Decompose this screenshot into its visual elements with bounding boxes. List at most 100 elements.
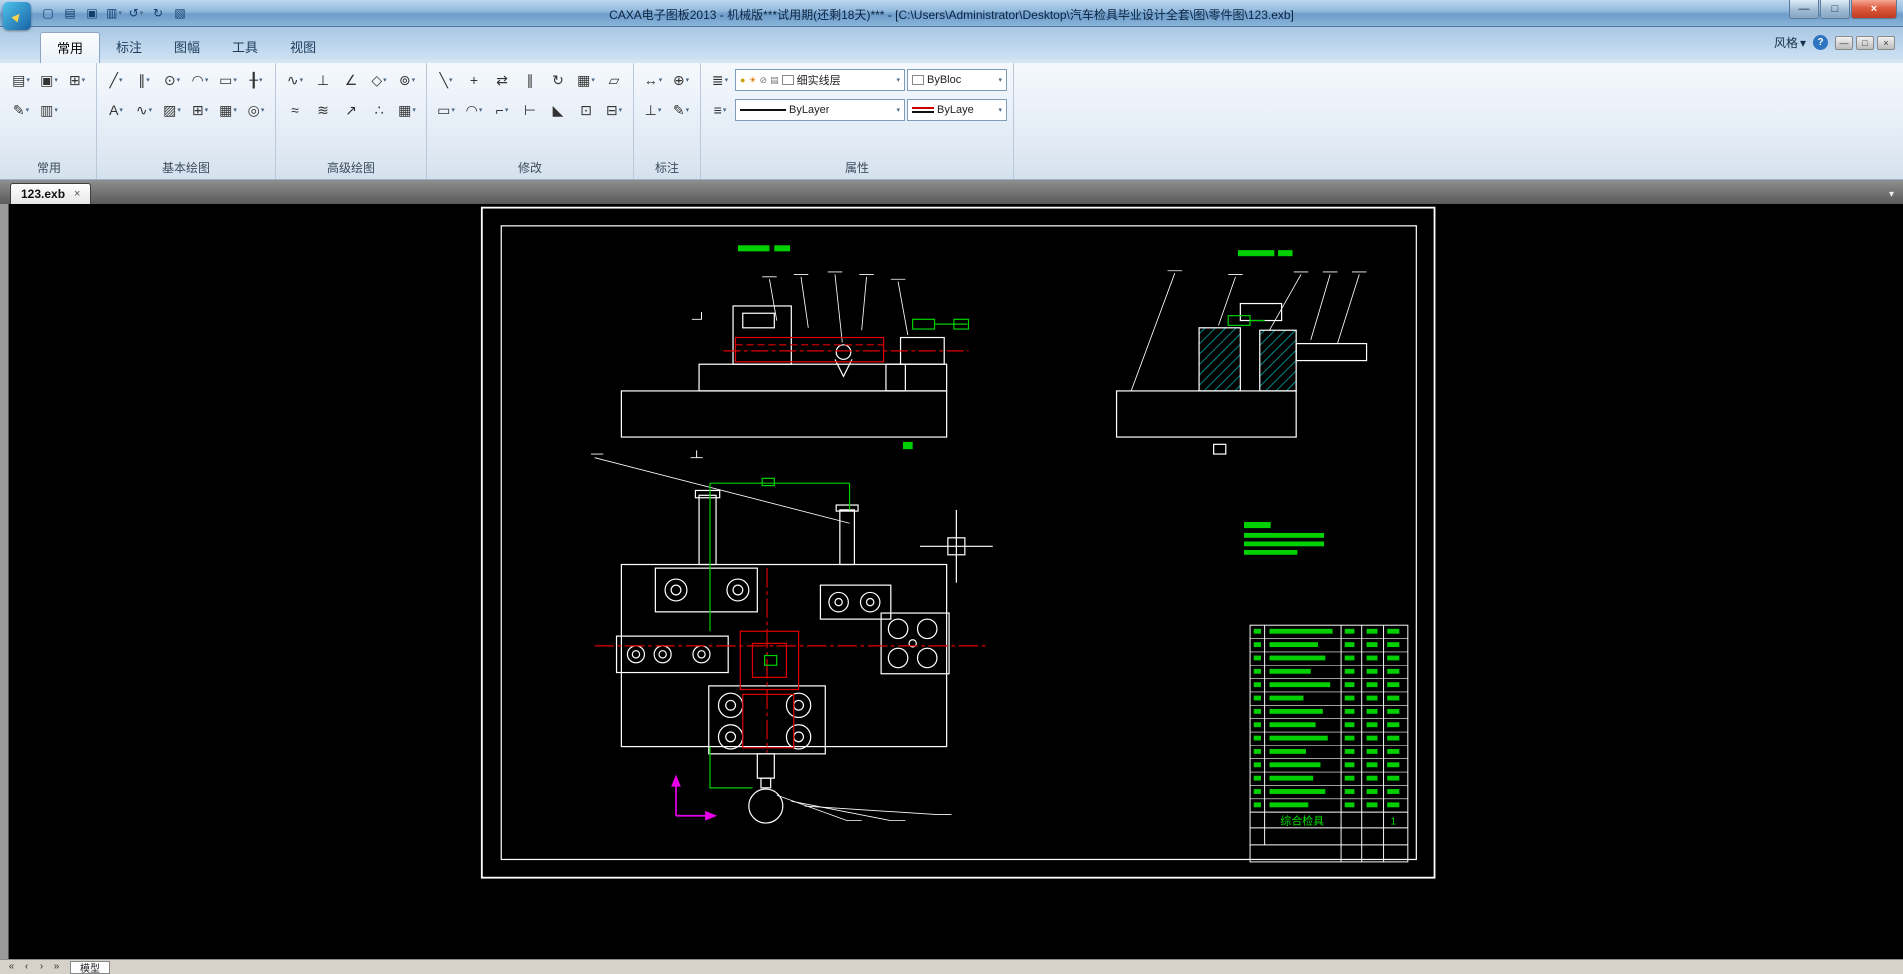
- close-button[interactable]: ×: [1851, 0, 1897, 19]
- tab-tools[interactable]: 工具: [216, 32, 274, 63]
- nav-next-icon[interactable]: ›: [35, 962, 48, 972]
- arrow-line-icon[interactable]: ↗: [338, 97, 364, 123]
- lineweight-sample: [912, 107, 934, 113]
- extend-icon[interactable]: ⊢: [517, 97, 543, 123]
- lock-icon: ⊘: [760, 76, 768, 85]
- layer-combo[interactable]: ● ☀ ⊘ ▤ 细实线层 ▾: [735, 69, 905, 91]
- dropdown-arrow-icon: ▾: [505, 106, 509, 114]
- dropdown-arrow-icon: ▾: [82, 76, 86, 84]
- tab-list-dropdown-icon[interactable]: ▾: [1889, 189, 1894, 200]
- point-array-icon[interactable]: ∴: [366, 97, 392, 123]
- ole-object-icon[interactable]: ⊞▾: [64, 67, 90, 93]
- arc-icon[interactable]: ◠▾: [187, 67, 213, 93]
- drawing-canvas[interactable]: 综合检具 1: [0, 204, 1903, 959]
- array-icon[interactable]: ▦▾: [573, 67, 599, 93]
- print-icon[interactable]: ▥▾: [104, 3, 124, 23]
- wave-line-icon[interactable]: ≈: [282, 97, 308, 123]
- paste-icon[interactable]: ▤▾: [8, 67, 34, 93]
- hatch-icon[interactable]: ▨▾: [159, 97, 185, 123]
- spline-icon[interactable]: ∿▾: [131, 97, 157, 123]
- dropdown-arrow-icon: ▾: [451, 106, 455, 114]
- stretch-icon[interactable]: ▭▾: [433, 97, 459, 123]
- move-icon[interactable]: +: [461, 67, 487, 93]
- style-button[interactable]: 风格▾: [1774, 34, 1806, 51]
- erase-icon[interactable]: ╲▾: [433, 67, 459, 93]
- dimension-icon[interactable]: ↔▾: [640, 67, 666, 93]
- capture-icon[interactable]: ▧: [170, 3, 190, 23]
- tab-annotate[interactable]: 标注: [100, 32, 158, 63]
- redo-icon[interactable]: ↻: [148, 3, 168, 23]
- scale-icon[interactable]: ▱: [601, 67, 627, 93]
- nav-prev-icon[interactable]: ‹: [20, 962, 33, 972]
- grid-icon[interactable]: ▦▾: [394, 97, 420, 123]
- polygon-icon[interactable]: ◇▾: [366, 67, 392, 93]
- leader-icon[interactable]: ✎▾: [668, 97, 694, 123]
- linetype-settings-icon[interactable]: ≡▾: [707, 97, 733, 123]
- child-close-icon[interactable]: ×: [1877, 36, 1895, 50]
- dropdown-arrow-icon: ▾: [149, 106, 153, 114]
- undo-icon[interactable]: ↺▾: [126, 3, 146, 23]
- help-icon[interactable]: ?: [1813, 35, 1828, 50]
- minimize-button[interactable]: —: [1789, 0, 1819, 19]
- format-brush-icon[interactable]: ✎▾: [8, 97, 34, 123]
- ribbon: ▤▾▣▾⊞▾✎▾▥▾常用╱▾∥▾⊙▾◠▾▭▾╂▾A▾∿▾▨▾⊞▾▦▾◎▾基本绘图…: [0, 63, 1903, 180]
- bulb-icon: ●: [740, 76, 745, 85]
- model-tab[interactable]: 模型: [70, 961, 110, 974]
- dropdown-arrow-icon: ▾: [686, 106, 690, 114]
- clear-icon[interactable]: ▥▾: [36, 97, 62, 123]
- maximize-button[interactable]: □: [1820, 0, 1850, 19]
- caxa-logo-icon[interactable]: ▲: [3, 2, 31, 30]
- chamfer-icon[interactable]: ◣: [545, 97, 571, 123]
- linetype-combo[interactable]: ByLayer ▾: [735, 99, 905, 121]
- nav-first-icon[interactable]: «: [5, 962, 18, 972]
- align-icon[interactable]: ⊟▾: [601, 97, 627, 123]
- lineweight-value: ByLaye: [937, 104, 974, 116]
- axis-line-icon[interactable]: ⊥: [310, 67, 336, 93]
- text-icon[interactable]: A▾: [103, 97, 129, 123]
- point-icon[interactable]: ◎▾: [243, 97, 269, 123]
- mirror-icon[interactable]: ⇄: [489, 67, 515, 93]
- open-file-icon[interactable]: ▤: [60, 3, 80, 23]
- save-icon[interactable]: ▣: [82, 3, 102, 23]
- child-restore-icon[interactable]: □: [1856, 36, 1874, 50]
- tab-view[interactable]: 视图: [274, 32, 332, 63]
- new-file-icon[interactable]: ▢: [38, 3, 58, 23]
- coordinate-dim-icon[interactable]: ⊕▾: [668, 67, 694, 93]
- layer-settings-icon[interactable]: ≣▾: [707, 67, 733, 93]
- table-icon[interactable]: ▦▾: [215, 97, 241, 123]
- dropdown-arrow-icon: ▾: [177, 76, 181, 84]
- dropdown-arrow-icon: ▾: [896, 106, 900, 114]
- tolerance-icon[interactable]: ⊥▾: [640, 97, 666, 123]
- polyline-icon[interactable]: ∿▾: [282, 67, 308, 93]
- angle-line-icon[interactable]: ∠: [338, 67, 364, 93]
- rectangle-icon[interactable]: ▭▾: [215, 67, 241, 93]
- document-tab[interactable]: 123.exb ×: [10, 183, 91, 204]
- copy-icon[interactable]: ▣▾: [36, 67, 62, 93]
- trim-icon[interactable]: ⌐▾: [489, 97, 515, 123]
- color-combo[interactable]: ByBloc ▾: [907, 69, 1007, 91]
- block-icon[interactable]: ⊞▾: [187, 97, 213, 123]
- parallel-line-icon[interactable]: ∥▾: [131, 67, 157, 93]
- tab-close-icon[interactable]: ×: [74, 188, 80, 200]
- tab-sheet[interactable]: 图幅: [158, 32, 216, 63]
- dropdown-arrow-icon: ▾: [54, 76, 58, 84]
- tab-common[interactable]: 常用: [40, 32, 100, 63]
- circle-icon[interactable]: ⊙▾: [159, 67, 185, 93]
- logo-arrow-icon: ▲: [7, 6, 27, 26]
- fillet-icon[interactable]: ◠▾: [461, 97, 487, 123]
- rotate-icon[interactable]: ↻: [545, 67, 571, 93]
- child-minimize-icon[interactable]: —: [1835, 36, 1853, 50]
- sheet-nav: «‹›»: [5, 962, 63, 972]
- nav-last-icon[interactable]: »: [50, 962, 63, 972]
- explode-icon[interactable]: ⊡: [573, 97, 599, 123]
- concentric-circle-icon[interactable]: ⊚▾: [394, 67, 420, 93]
- offset-icon[interactable]: ∥: [517, 67, 543, 93]
- double-line-icon[interactable]: ≋: [310, 97, 336, 123]
- dropdown-arrow-icon: ▾: [619, 106, 623, 114]
- line-icon[interactable]: ╱▾: [103, 67, 129, 93]
- dropdown-arrow-icon: ▾: [26, 76, 30, 84]
- lineweight-combo[interactable]: ByLaye ▾: [907, 99, 1007, 121]
- center-line-icon[interactable]: ╂▾: [243, 67, 269, 93]
- layer-color-chip: [782, 75, 794, 85]
- ribbon-groups: ▤▾▣▾⊞▾✎▾▥▾常用╱▾∥▾⊙▾◠▾▭▾╂▾A▾∿▾▨▾⊞▾▦▾◎▾基本绘图…: [2, 63, 701, 179]
